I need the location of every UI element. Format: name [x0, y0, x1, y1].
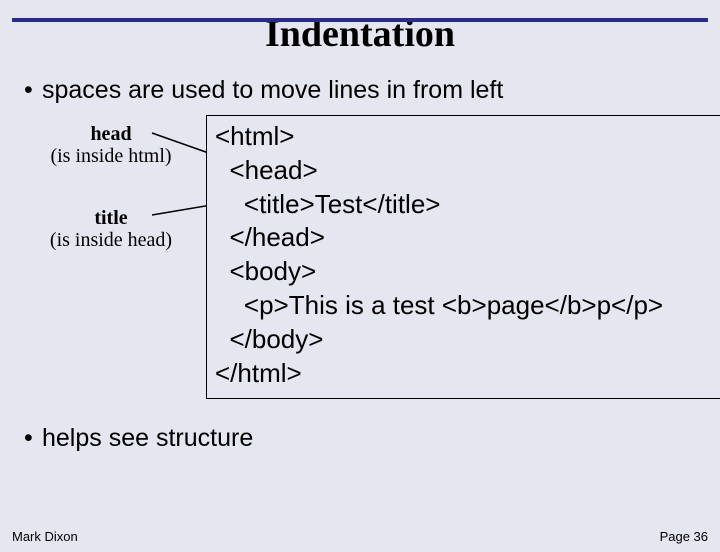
label-head-bold: head	[36, 123, 186, 145]
label-title-bold: title	[36, 207, 186, 229]
bullet-1: spaces are used to move lines in from le…	[24, 76, 696, 105]
code-line-7: </body>	[215, 324, 323, 354]
slide-content: spaces are used to move lines in from le…	[0, 56, 720, 453]
footer-author: Mark Dixon	[12, 529, 78, 544]
bullet-2: helps see structure	[24, 424, 696, 453]
code-line-5: <body>	[215, 256, 316, 286]
code-line-1: <html>	[215, 121, 295, 151]
footer-page: Page 36	[660, 529, 708, 544]
code-line-8: </html>	[215, 358, 302, 388]
heading-rule	[12, 18, 708, 22]
diagram: head (is inside html) title (is inside h…	[24, 115, 696, 410]
code-line-6: <p>This is a test <b>page</b>p</p>	[215, 290, 663, 320]
code-line-4: </head>	[215, 222, 325, 252]
label-title-sub: (is inside head)	[36, 229, 186, 251]
code-example: <html> <head> <title>Test</title> </head…	[206, 115, 720, 399]
code-line-3: <title>Test</title>	[215, 189, 440, 219]
code-line-2: <head>	[215, 155, 318, 185]
label-head-sub: (is inside html)	[36, 145, 186, 167]
label-title: title (is inside head)	[36, 207, 186, 251]
label-head: head (is inside html)	[36, 123, 186, 167]
